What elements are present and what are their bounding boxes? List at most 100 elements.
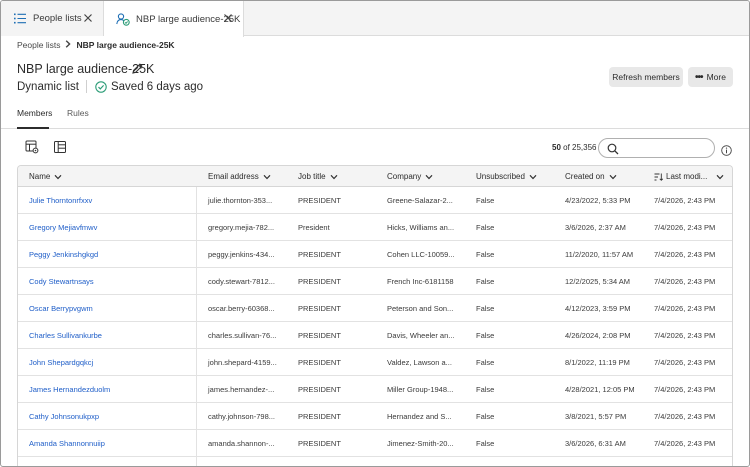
chevron-right-icon	[65, 40, 72, 50]
search-input[interactable]	[625, 141, 709, 155]
table-row[interactable]: Oscar Berrypvgwm oscar.berry-60368... PRES…	[18, 295, 732, 322]
cell-email: amanda.shannon-...	[208, 439, 275, 448]
saved-status: Saved 6 days ago	[110, 80, 204, 93]
cell-job-title: PRESIDENT	[298, 412, 341, 421]
more-dots-icon: •••	[695, 71, 703, 83]
cell-last-modified: 7/4/2026, 2:43 PM	[654, 385, 716, 394]
cell-created-on: 3/8/2021, 5:57 PM	[565, 412, 627, 421]
cell-email: charles.sullivan-76...	[208, 331, 277, 340]
cell-unsubscribed: False	[476, 223, 495, 232]
pencil-edit-icon[interactable]	[131, 62, 144, 75]
cell-job-title: PRESIDENT	[298, 358, 341, 367]
cell-last-modified: 7/4/2026, 2:43 PM	[654, 250, 716, 259]
cell-unsubscribed: False	[476, 277, 495, 286]
table-row[interactable]: Amanda Shannonnuiip amanda.shannon-... PRE…	[18, 430, 732, 457]
refresh-members-button[interactable]: Refresh members	[609, 67, 683, 87]
table-row[interactable]: John Shepardgqkcj john.shepard-4159... PRE…	[18, 349, 732, 376]
member-count: 50 of 25,356	[552, 143, 597, 152]
member-name-link[interactable]: Gregory Mejiavfmwv	[29, 223, 97, 232]
list-meta: Dynamic list Saved 6 days ago	[17, 80, 203, 93]
tab-members[interactable]: Members	[17, 108, 52, 118]
table-row[interactable]: Cody Stewartnsays cody.stewart-7812... PRE…	[18, 268, 732, 295]
cell-email: gregory.mejia-782...	[208, 223, 275, 232]
active-tab-indicator	[17, 127, 49, 129]
cell-email: cody.stewart-7812...	[208, 277, 275, 286]
chevron-down-icon	[54, 174, 62, 179]
column-view-icon[interactable]	[53, 140, 67, 154]
cell-created-on: 4/28/2021, 12:05 PM	[565, 385, 635, 394]
close-icon[interactable]	[222, 12, 234, 24]
tab-rules[interactable]: Rules	[67, 108, 89, 118]
divider	[85, 80, 87, 93]
member-name-link[interactable]: Cody Stewartnsays	[29, 277, 94, 286]
table-row[interactable]: Peggy Jenkinshgkgd peggy.jenkins-434... PR…	[18, 241, 732, 268]
cell-company: Cohen LLC-10059...	[387, 250, 455, 259]
column-label: Company	[387, 172, 422, 181]
cell-email: cathy.johnson-798...	[208, 412, 275, 421]
member-name-link[interactable]: Oscar Berrypvgwm	[29, 304, 93, 313]
cell-unsubscribed: False	[476, 250, 495, 259]
table-settings-icon[interactable]	[25, 140, 39, 154]
column-header-last-modified[interactable]: Last modi...	[654, 172, 724, 181]
search-icon	[607, 142, 619, 155]
count-shown: 50	[552, 143, 561, 152]
table-row[interactable]: Charles Sullivankurbe charles.sullivan-76…	[18, 322, 732, 349]
member-name-link[interactable]: Peggy Jenkinshgkgd	[29, 250, 98, 259]
tab-nbp-large-audience[interactable]: NBP large audience-25K	[104, 1, 244, 37]
search-field[interactable]	[598, 138, 715, 158]
column-header-company[interactable]: Company	[387, 172, 433, 181]
cell-created-on: 3/6/2026, 2:37 AM	[565, 223, 626, 232]
table-row[interactable]: Gregory Mejiavfmwv gregory.mejia-782... Pr…	[18, 214, 732, 241]
more-button[interactable]: ••• More	[688, 67, 733, 87]
members-table: Name Email address Job title Company Uns…	[17, 165, 733, 466]
member-name-link[interactable]: James Hernandezduolm	[29, 385, 110, 394]
column-header-unsubscribed[interactable]: Unsubscribed	[476, 172, 537, 181]
cell-created-on: 12/2/2025, 5:34 AM	[565, 277, 631, 286]
cell-company: Jimenez-Smith-20...	[387, 439, 454, 448]
table-row[interactable]: Cathy Johnsonukpxp cathy.johnson-798... PR…	[18, 403, 732, 430]
frozen-column-divider	[196, 187, 197, 466]
column-header-job-title[interactable]: Job title	[298, 172, 338, 181]
breadcrumb-parent-link[interactable]: People lists	[17, 40, 60, 50]
tab-people-lists[interactable]: People lists	[1, 1, 104, 36]
cell-last-modified: 7/4/2026, 2:43 PM	[654, 277, 716, 286]
cell-created-on: 3/6/2026, 6:31 AM	[565, 439, 626, 448]
column-label: Job title	[298, 172, 326, 181]
cell-email: peggy.jenkins-434...	[208, 250, 275, 259]
cell-last-modified: 7/4/2026, 2:43 PM	[654, 223, 716, 232]
cell-company: Valdez, Lawson a...	[387, 358, 452, 367]
column-label: Last modi...	[666, 172, 708, 181]
member-name-link[interactable]: Cathy Johnsonukpxp	[29, 412, 99, 421]
table-row[interactable]: Julie Thorntonrfxxv julie.thornton-353...…	[18, 187, 732, 214]
cell-company: French Inc-6181158	[387, 277, 454, 286]
cell-company: Hicks, Williams an...	[387, 223, 455, 232]
info-icon[interactable]	[721, 143, 732, 156]
cell-unsubscribed: False	[476, 412, 495, 421]
cell-unsubscribed: False	[476, 439, 495, 448]
cell-unsubscribed: False	[476, 385, 495, 394]
cell-created-on: 11/2/2020, 11:57 AM	[565, 250, 634, 259]
table-header: Name Email address Job title Company Uns…	[18, 166, 732, 187]
chevron-down-icon	[529, 174, 537, 179]
column-header-email[interactable]: Email address	[208, 172, 271, 181]
member-name-link[interactable]: Julie Thorntonrfxxv	[29, 196, 92, 205]
chevron-down-icon	[330, 174, 338, 179]
cell-unsubscribed: False	[476, 331, 495, 340]
chevron-down-icon	[716, 174, 724, 179]
member-name-link[interactable]: John Shepardgqkcj	[29, 358, 93, 367]
column-header-name[interactable]: Name	[29, 172, 62, 181]
member-name-link[interactable]: Charles Sullivankurbe	[29, 331, 102, 340]
cell-job-title: PRESIDENT	[298, 304, 341, 313]
table-row[interactable]: James Hernandezduolm james.hernandez-... P…	[18, 376, 732, 403]
list-type: Dynamic list	[17, 80, 79, 93]
member-name-link[interactable]: Amanda Shannonnuiip	[29, 439, 105, 448]
tab-bar: People lists NBP large audience-25K	[1, 1, 749, 37]
column-header-created-on[interactable]: Created on	[565, 172, 617, 181]
breadcrumb: People lists NBP large audience-25K	[17, 40, 175, 50]
cell-job-title: PRESIDENT	[298, 331, 341, 340]
cell-email: julie.thornton-353...	[208, 196, 273, 205]
close-icon[interactable]	[82, 12, 94, 24]
count-total: of 25,356	[563, 143, 597, 152]
cell-last-modified: 7/4/2026, 2:43 PM	[654, 331, 716, 340]
tab-label: People lists	[33, 13, 82, 24]
